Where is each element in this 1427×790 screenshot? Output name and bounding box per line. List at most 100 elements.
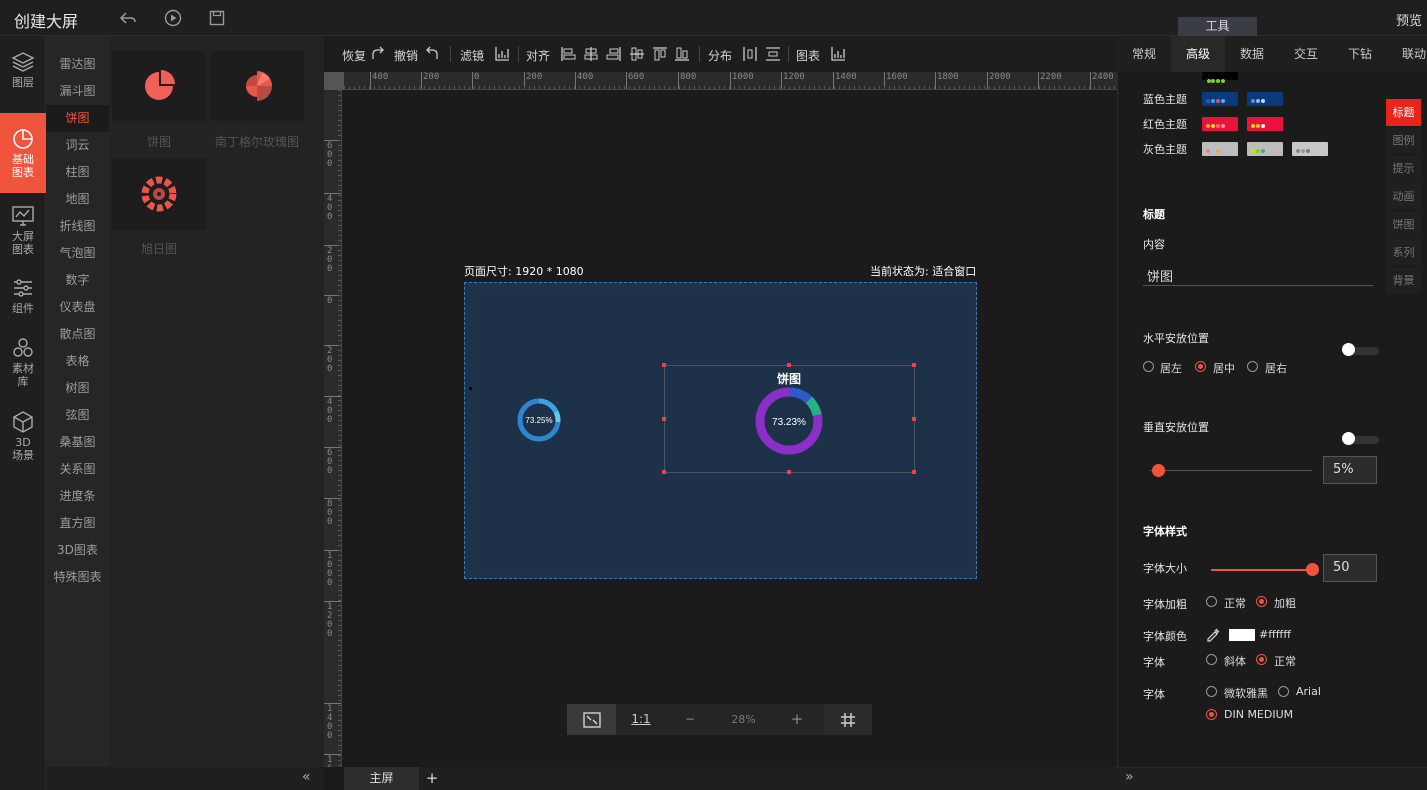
side-tab[interactable]: 图例	[1386, 127, 1421, 154]
category-item[interactable]: 关系图	[46, 456, 109, 483]
align-left-icon[interactable]	[560, 46, 576, 62]
collapse-left-icon[interactable]: «	[302, 769, 311, 785]
category-item[interactable]: 仪表盘	[46, 294, 109, 321]
vpos-value-input[interactable]: 5%	[1323, 456, 1377, 484]
add-screen-button[interactable]: +	[424, 767, 440, 790]
resize-handle[interactable]	[787, 363, 791, 367]
category-item[interactable]: 树图	[46, 375, 109, 402]
hpos-toggle[interactable]	[1342, 343, 1379, 356]
side-tab[interactable]: 提示	[1386, 155, 1421, 182]
play-icon[interactable]	[163, 8, 183, 28]
tab-5[interactable]: 联动	[1387, 36, 1427, 72]
resize-handle[interactable]	[912, 363, 916, 367]
screen-page[interactable]: 73.25% 饼图 73.23%	[464, 282, 977, 579]
family-arial-radio[interactable]	[1278, 686, 1289, 697]
side-tab[interactable]: 动画	[1386, 183, 1421, 210]
grid-toggle-button[interactable]	[824, 704, 872, 735]
nav-components[interactable]: 组件	[0, 276, 46, 320]
thumb-sunburst[interactable]	[112, 158, 206, 230]
category-item[interactable]: 雷达图	[46, 51, 109, 78]
theme-swatch[interactable]	[1202, 142, 1238, 156]
collapse-right-icon[interactable]: »	[1125, 769, 1134, 785]
category-item[interactable]: 数字	[46, 267, 109, 294]
tab-0[interactable]: 常规	[1117, 36, 1171, 72]
category-item[interactable]: 特殊图表	[46, 564, 109, 591]
align-center-h-icon[interactable]	[583, 46, 599, 62]
category-item[interactable]: 表格	[46, 348, 109, 375]
align-bottom-icon[interactable]	[674, 46, 690, 62]
family-din-radio[interactable]	[1206, 709, 1217, 720]
side-tab[interactable]: 背景	[1386, 267, 1421, 294]
tab-1[interactable]: 高级	[1171, 36, 1225, 72]
align-top-icon[interactable]	[652, 46, 668, 62]
style-normal-radio[interactable]	[1256, 654, 1267, 665]
font-color-swatch[interactable]	[1229, 629, 1255, 641]
filter-label[interactable]: 滤镜	[460, 47, 484, 64]
fit-window-button[interactable]	[567, 704, 616, 735]
undo-label[interactable]: 撤销	[394, 47, 418, 64]
theme-swatch[interactable]	[1247, 92, 1283, 106]
category-item[interactable]: 漏斗图	[46, 78, 109, 105]
zoom-in-button[interactable]: +	[774, 704, 820, 735]
category-item[interactable]: 饼图	[46, 105, 109, 132]
resize-handle[interactable]	[662, 417, 666, 421]
tab-2[interactable]: 数据	[1225, 36, 1279, 72]
resize-handle[interactable]	[912, 470, 916, 474]
back-icon[interactable]	[118, 8, 138, 28]
hpos-center-radio[interactable]	[1195, 361, 1206, 372]
category-item[interactable]: 弦图	[46, 402, 109, 429]
distribute-h-icon[interactable]	[742, 46, 758, 62]
save-icon[interactable]	[207, 8, 227, 28]
tools-tab[interactable]: 工具	[1178, 17, 1257, 36]
font-size-slider-track[interactable]	[1211, 569, 1312, 571]
category-item[interactable]: 桑基图	[46, 429, 109, 456]
nav-layers[interactable]: 图层	[0, 50, 46, 98]
category-item[interactable]: 折线图	[46, 213, 109, 240]
resize-handle[interactable]	[662, 470, 666, 474]
side-tab[interactable]: 标题	[1386, 99, 1421, 126]
category-item[interactable]: 3D图表	[46, 537, 109, 564]
weight-bold-radio[interactable]	[1256, 596, 1267, 607]
resize-handle[interactable]	[662, 363, 666, 367]
font-size-slider-knob[interactable]	[1306, 563, 1319, 576]
vpos-toggle[interactable]	[1342, 432, 1379, 445]
category-item[interactable]: 直方图	[46, 510, 109, 537]
thumb-rose[interactable]	[210, 51, 304, 121]
distribute-v-icon[interactable]	[765, 46, 781, 62]
zoom-out-button[interactable]: −	[667, 704, 713, 735]
style-italic-radio[interactable]	[1206, 654, 1217, 665]
tab-3[interactable]: 交互	[1279, 36, 1333, 72]
category-item[interactable]: 柱图	[46, 159, 109, 186]
font-size-input[interactable]: 50	[1323, 554, 1377, 582]
eyedropper-icon[interactable]	[1205, 627, 1221, 643]
nav-screen-charts[interactable]: 大屏 图表	[0, 204, 46, 260]
resize-handle[interactable]	[787, 470, 791, 474]
theme-swatch[interactable]	[1202, 92, 1238, 106]
preview-button[interactable]: 预览	[1396, 10, 1422, 29]
vpos-slider-track[interactable]	[1150, 470, 1312, 471]
actual-size-button[interactable]: 1:1	[622, 704, 660, 735]
vpos-slider-knob[interactable]	[1152, 464, 1166, 477]
tab-main-screen[interactable]: 主屏	[344, 767, 419, 790]
hpos-right-radio[interactable]	[1247, 361, 1258, 372]
category-item[interactable]: 地图	[46, 186, 109, 213]
theme-swatch-partial[interactable]	[1202, 72, 1238, 83]
theme-swatch[interactable]	[1202, 117, 1238, 131]
side-tab[interactable]: 系列	[1386, 239, 1421, 266]
big-pie-widget[interactable]: 73.23%	[753, 385, 825, 457]
theme-swatch[interactable]	[1247, 117, 1283, 131]
nav-materials[interactable]: 素材 库	[0, 336, 46, 392]
title-content-input[interactable]: 饼图	[1143, 266, 1373, 286]
theme-swatch[interactable]	[1247, 142, 1283, 156]
tab-4[interactable]: 下钻	[1333, 36, 1387, 72]
redo-label[interactable]: 恢复	[342, 47, 366, 64]
nav-basic-charts[interactable]: 基础 图表	[0, 113, 46, 193]
chart-icon[interactable]	[830, 46, 846, 62]
category-item[interactable]: 词云	[46, 132, 109, 159]
resize-handle[interactable]	[912, 417, 916, 421]
category-item[interactable]: 进度条	[46, 483, 109, 510]
weight-normal-radio[interactable]	[1206, 596, 1217, 607]
category-item[interactable]: 散点图	[46, 321, 109, 348]
nav-3d-scene[interactable]: 3D 场景	[0, 410, 46, 466]
small-pie-widget[interactable]: 73.25%	[515, 396, 565, 446]
